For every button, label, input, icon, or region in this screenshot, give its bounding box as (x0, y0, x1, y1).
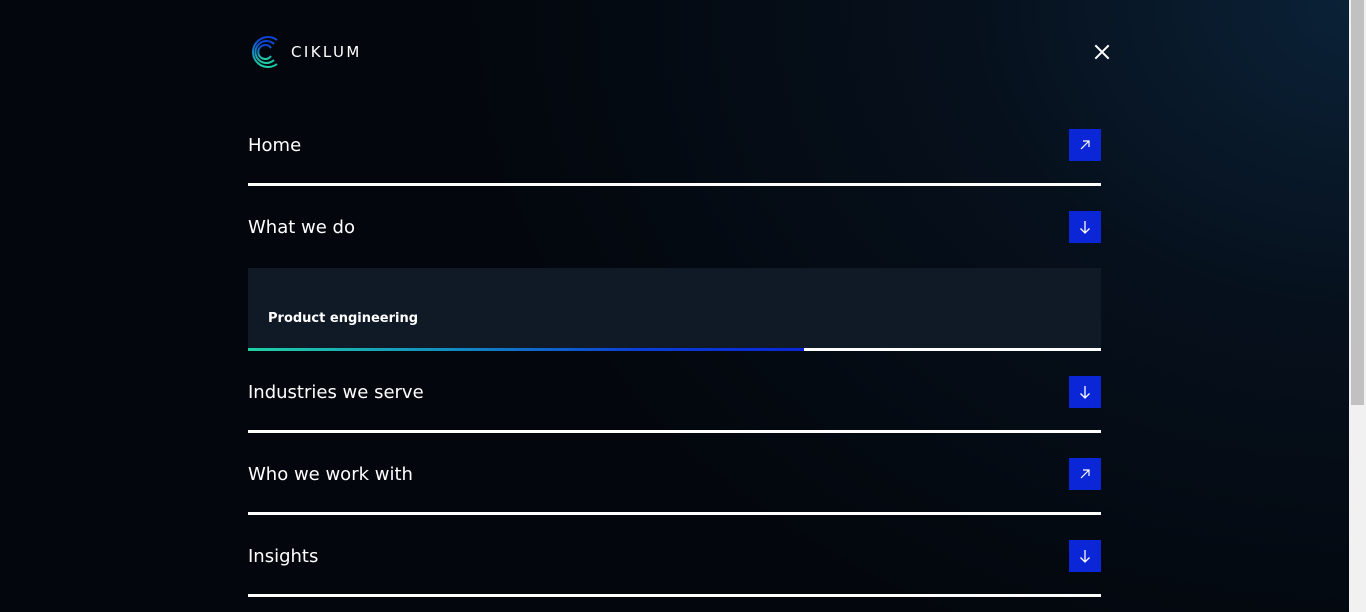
menu-item-insights[interactable]: Insights (248, 515, 1101, 597)
menu-item-label: Home (248, 135, 302, 156)
arrow-down-icon (1080, 386, 1090, 399)
scrollbar-thumb[interactable] (1351, 0, 1364, 405)
page-scrollbar[interactable] (1349, 0, 1366, 612)
what-we-do-submenu: Product engineering (248, 268, 1101, 348)
main-menu: Home What we do Product engineering Indu… (248, 104, 1101, 597)
logo-text: CIKLUM (291, 43, 362, 61)
submenu-item-product-engineering[interactable]: Product engineering (268, 311, 418, 326)
menu-item-who-we-work-with[interactable]: Who we work with (248, 433, 1101, 515)
ciklum-logo[interactable]: CIKLUM (248, 34, 362, 70)
menu-item-home[interactable]: Home (248, 104, 1101, 186)
menu-item-what-we-do[interactable]: What we do Product engineering (248, 186, 1101, 351)
menu-item-label: Who we work with (248, 464, 413, 485)
menu-item-insights-toggle-button[interactable] (1069, 540, 1101, 572)
menu-item-who-we-work-with-link-button[interactable] (1069, 458, 1101, 490)
arrow-up-right-icon (1080, 469, 1090, 479)
menu-item-industries-we-serve[interactable]: Industries we serve (248, 351, 1101, 433)
menu-overlay: CIKLUM Home What we do Product engineeri… (0, 0, 1349, 612)
menu-item-label: Industries we serve (248, 382, 424, 403)
close-icon (1094, 44, 1110, 60)
menu-item-what-we-do-toggle-button[interactable] (1069, 211, 1101, 243)
menu-item-label: Insights (248, 546, 319, 567)
menu-item-label: What we do (248, 217, 355, 238)
menu-item-home-link-button[interactable] (1069, 129, 1101, 161)
ciklum-logo-icon (252, 36, 278, 68)
close-button[interactable] (1088, 38, 1116, 66)
arrow-down-icon (1080, 550, 1090, 563)
header: CIKLUM (248, 34, 1116, 70)
menu-item-industries-toggle-button[interactable] (1069, 376, 1101, 408)
arrow-down-icon (1080, 221, 1090, 234)
arrow-up-right-icon (1080, 140, 1090, 150)
